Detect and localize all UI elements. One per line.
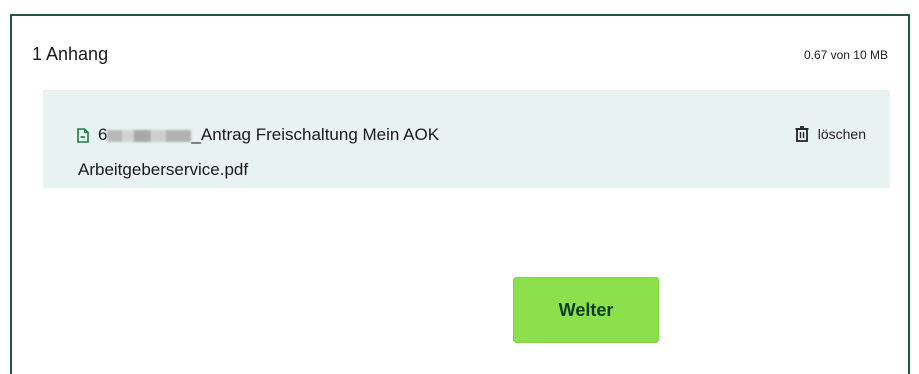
attachments-title: 1 Anhang xyxy=(32,44,109,64)
delete-attachment-button[interactable]: löschen xyxy=(794,125,866,143)
attachment-file-name-line2[interactable]: Arbeitgeberservice.pdf xyxy=(78,160,248,180)
file-name-rest: _Antrag Freischaltung Mein AOK xyxy=(191,125,440,144)
attachment-file-name[interactable]: 6 _Antrag Freischaltung Mein AOK xyxy=(98,125,439,145)
delete-label: löschen xyxy=(817,126,866,142)
attachments-panel: 1 Anhang 0.67 von 10 MB 6 _Antrag Freisch… xyxy=(10,14,910,374)
redacted-text xyxy=(107,129,192,142)
continue-button[interactable]: Welter xyxy=(513,277,659,343)
attachments-header: 1 Anhang 0.67 von 10 MB xyxy=(32,44,888,65)
attachment-size-info: 0.67 von 10 MB xyxy=(803,47,888,62)
trash-icon xyxy=(795,126,809,142)
pdf-file-icon xyxy=(77,128,89,143)
attachment-item: 6 _Antrag Freischaltung Mein AOK Arbeitge… xyxy=(43,90,890,188)
file-name-start: 6 xyxy=(98,125,108,144)
